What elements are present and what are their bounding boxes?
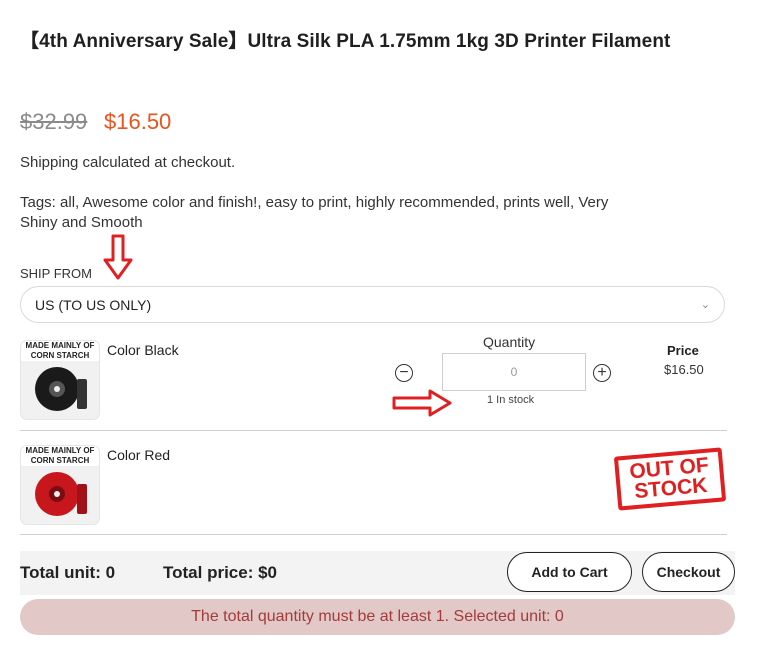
add-to-cart-label: Add to Cart xyxy=(531,564,608,580)
variant-thumbnail-black[interactable]: MADE MAINLY OF CORN STARCH xyxy=(21,341,99,419)
variant-color-label: Color Red xyxy=(107,447,171,463)
row-divider xyxy=(20,534,727,535)
ship-from-select[interactable]: US (TO US ONLY) ⌄ xyxy=(20,286,725,323)
thumbnail-banner: MADE MAINLY OF CORN STARCH xyxy=(21,446,99,466)
increase-quantity-button[interactable]: + xyxy=(593,364,611,382)
ship-from-selected-value: US (TO US ONLY) xyxy=(35,296,152,313)
chevron-down-icon: ⌄ xyxy=(700,299,710,311)
product-title: 【4th Anniversary Sale】Ultra Silk PLA 1.7… xyxy=(20,31,671,52)
thumbnail-banner: MADE MAINLY OF CORN STARCH xyxy=(21,341,99,361)
decrease-quantity-button[interactable]: − xyxy=(395,364,413,382)
variant-color-label: Color Black xyxy=(107,342,179,358)
minus-icon: − xyxy=(399,364,409,381)
validation-warning: The total quantity must be at least 1. S… xyxy=(20,599,735,635)
row-divider xyxy=(20,430,727,431)
variant-price: $16.50 xyxy=(664,362,704,377)
total-price: Total price: $0 xyxy=(163,563,277,582)
price-header: Price xyxy=(667,343,699,358)
total-unit: Total unit: 0 xyxy=(20,563,116,582)
stock-note: 1 In stock xyxy=(487,394,535,406)
add-to-cart-button[interactable]: Add to Cart xyxy=(507,552,632,592)
annotation-arrow-right-icon xyxy=(392,389,452,417)
original-price: $32.99 xyxy=(20,109,88,134)
annotation-arrow-down-icon xyxy=(103,234,133,280)
out-of-stock-stamp: OUT OF STOCK xyxy=(613,447,727,511)
quantity-input[interactable]: 0 xyxy=(442,353,586,391)
quantity-value: 0 xyxy=(510,365,518,379)
variant-thumbnail-red[interactable]: MADE MAINLY OF CORN STARCH xyxy=(21,446,99,524)
sale-price: $16.50 xyxy=(104,109,172,134)
shipping-note: Shipping calculated at checkout. xyxy=(20,154,236,171)
out-of-stock-line2: STOCK xyxy=(633,473,709,504)
checkout-button[interactable]: Checkout xyxy=(642,552,735,592)
quantity-header: Quantity xyxy=(483,334,536,350)
plus-icon: + xyxy=(597,364,607,381)
checkout-label: Checkout xyxy=(656,564,721,580)
ship-from-label: SHIP FROM xyxy=(20,266,92,281)
filament-spool-red-image xyxy=(35,472,87,516)
product-tags: Tags: all, Awesome color and finish!, ea… xyxy=(20,194,609,231)
filament-spool-black-image xyxy=(35,367,87,411)
warning-text: The total quantity must be at least 1. S… xyxy=(191,608,564,625)
